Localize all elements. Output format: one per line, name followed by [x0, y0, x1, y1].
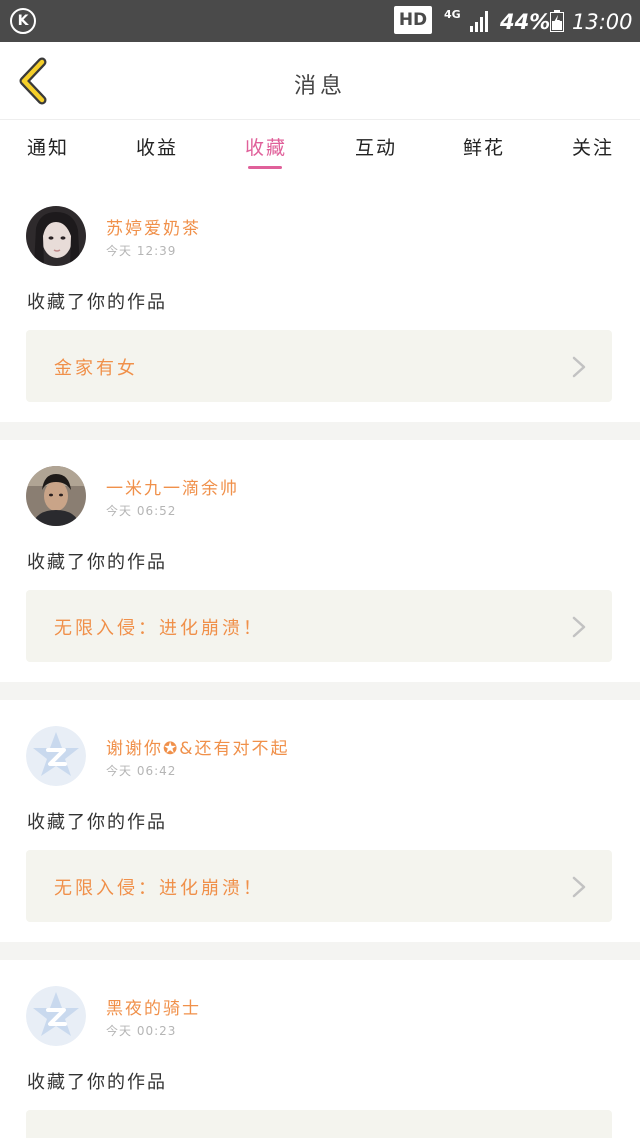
action-text: 收藏了你的作品	[27, 812, 167, 833]
user-photo-icon	[26, 206, 86, 266]
timestamp: 今天 12:39	[106, 244, 177, 258]
work-title: 金家有女	[54, 358, 138, 379]
action-text: 收藏了你的作品	[27, 292, 167, 313]
avatar[interactable]	[26, 726, 86, 786]
divider	[0, 682, 640, 700]
chevron-right-icon	[572, 616, 586, 638]
status-bar: K HD 4G 44% 13:00	[0, 0, 640, 42]
action-text: 收藏了你的作品	[27, 1072, 167, 1093]
clock: 13:00	[572, 10, 633, 34]
tab-interactions[interactable]: 互动	[355, 133, 397, 160]
active-tab-indicator	[248, 166, 282, 169]
default-avatar-z-icon	[26, 986, 86, 1046]
action-text: 收藏了你的作品	[27, 552, 167, 573]
list-item: 苏婷爱奶茶 今天 12:39 收藏了你的作品 金家有女	[0, 180, 640, 422]
list-item: 谢谢你✪&还有对不起 今天 06:42 收藏了你的作品 无限入侵：进化崩溃！	[0, 700, 640, 942]
default-avatar-z-icon	[26, 726, 86, 786]
timestamp: 今天 00:23	[106, 1024, 177, 1038]
work-link[interactable]	[26, 1110, 612, 1138]
work-link[interactable]: 金家有女	[26, 330, 612, 402]
work-title: 无限入侵：进化崩溃！	[54, 878, 264, 899]
hd-badge: HD	[394, 6, 432, 34]
header: 消息	[0, 42, 640, 120]
work-link[interactable]: 无限入侵：进化崩溃！	[26, 590, 612, 662]
battery-percent: 44%	[500, 10, 551, 34]
username[interactable]: 苏婷爱奶茶	[106, 214, 201, 239]
username[interactable]: 一米九一滴余帅	[106, 474, 239, 499]
network-type: 4G	[444, 8, 461, 21]
battery-icon	[550, 10, 564, 32]
tab-following[interactable]: 关注	[572, 133, 614, 160]
page-title: 消息	[293, 74, 346, 99]
avatar[interactable]	[26, 986, 86, 1046]
tab-notifications[interactable]: 通知	[27, 133, 69, 160]
chevron-right-icon	[572, 876, 586, 898]
chevron-right-icon	[572, 356, 586, 378]
work-link[interactable]: 无限入侵：进化崩溃！	[26, 850, 612, 922]
avatar[interactable]	[26, 206, 86, 266]
avatar[interactable]	[26, 466, 86, 526]
timestamp: 今天 06:52	[106, 504, 177, 518]
username[interactable]: 谢谢你✪&还有对不起	[106, 734, 290, 759]
tab-favorites[interactable]: 收藏	[245, 133, 287, 160]
list-item: 黑夜的骑士 今天 00:23 收藏了你的作品	[0, 960, 640, 1138]
tab-earnings[interactable]: 收益	[136, 133, 178, 160]
user-photo-icon	[26, 466, 86, 526]
signal-icon	[470, 11, 488, 32]
tab-flowers[interactable]: 鲜花	[463, 133, 505, 160]
work-title: 无限入侵：进化崩溃！	[54, 618, 264, 639]
list-item: 一米九一滴余帅 今天 06:52 收藏了你的作品 无限入侵：进化崩溃！	[0, 440, 640, 682]
app-k-icon: K	[10, 8, 36, 34]
divider	[0, 942, 640, 960]
timestamp: 今天 06:42	[106, 764, 177, 778]
divider	[0, 422, 640, 440]
username[interactable]: 黑夜的骑士	[106, 994, 201, 1019]
tab-bar: 通知 收益 收藏 互动 鲜花 关注	[0, 121, 640, 179]
